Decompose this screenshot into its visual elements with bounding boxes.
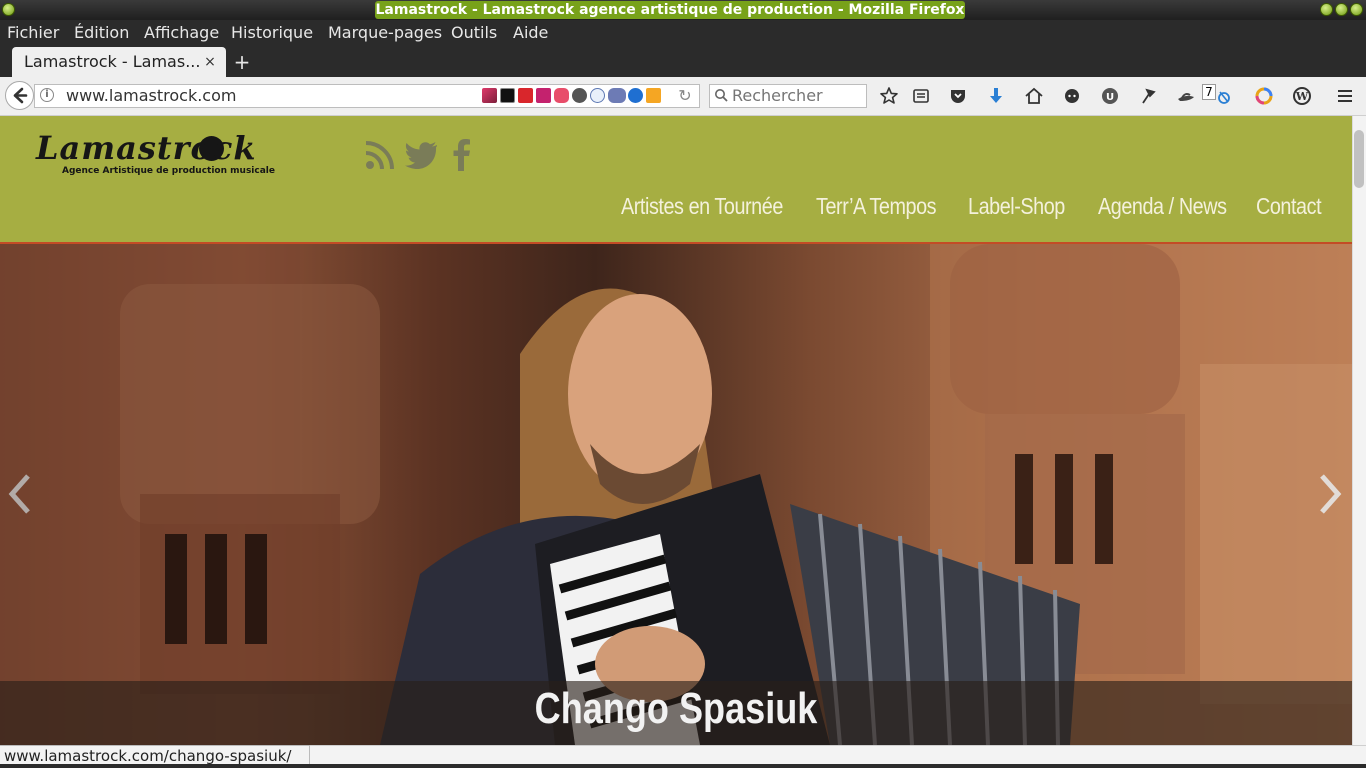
wordpress-icon[interactable]: W <box>1292 86 1312 106</box>
hero-slider[interactable] <box>0 244 1352 745</box>
search-icon <box>715 89 728 102</box>
back-button[interactable] <box>5 81 34 110</box>
hamburger-menu-icon[interactable] <box>1335 86 1355 106</box>
pocket-icon[interactable] <box>948 86 968 106</box>
status-link-url: www.lamastrock.com/chango-spasiuk/ <box>0 745 310 766</box>
home-icon[interactable] <box>1024 86 1044 106</box>
svg-text:U: U <box>1106 92 1114 103</box>
new-tab-button[interactable]: + <box>233 50 251 74</box>
site-logo[interactable]: Lamastrock <box>36 128 256 168</box>
pin-icon[interactable] <box>1138 86 1158 106</box>
window-bottom-edge <box>0 764 1366 768</box>
close-window-button[interactable] <box>1350 3 1363 16</box>
menu-marque-pages[interactable]: Marque-pages <box>328 20 442 46</box>
hero-caption[interactable]: Chango Spasiuk <box>122 681 1231 737</box>
extension-favicon-icon[interactable] <box>646 88 661 103</box>
tab-close-icon[interactable]: × <box>203 51 217 73</box>
twitter-icon[interactable] <box>404 137 440 173</box>
page-scrollbar[interactable] <box>1352 116 1366 745</box>
app-icon <box>2 3 15 16</box>
hat-icon[interactable] <box>1176 86 1196 106</box>
extension-favicon-icon[interactable] <box>590 88 605 103</box>
maximize-button[interactable] <box>1335 3 1348 16</box>
nav-agenda-news[interactable]: Agenda / News <box>1098 190 1227 222</box>
extension-favicon-icon[interactable] <box>500 88 515 103</box>
nav-terr-a-tempos[interactable]: Terr’A Tempos <box>816 190 937 222</box>
reading-list-icon[interactable] <box>911 86 931 106</box>
extension-icon[interactable] <box>1214 86 1234 106</box>
extension-favicon-icon[interactable] <box>482 88 497 103</box>
extension-favicon-icon[interactable] <box>554 88 569 103</box>
window-title: Lamastrock - Lamastrock agence artistiqu… <box>375 2 965 18</box>
rss-icon[interactable] <box>362 137 398 173</box>
menu-aide[interactable]: Aide <box>513 20 548 46</box>
nav-artistes-en-tournee[interactable]: Artistes en Tournée <box>621 190 783 222</box>
menu-outils[interactable]: Outils <box>451 20 497 46</box>
ublock-icon[interactable]: U <box>1100 86 1120 106</box>
slider-prev-icon[interactable] <box>8 472 32 516</box>
minimize-button[interactable] <box>1320 3 1333 16</box>
power-favicon-icon[interactable] <box>628 88 643 103</box>
menu-fichier[interactable]: Fichier <box>7 20 59 46</box>
url-text[interactable]: www.lamastrock.com <box>66 84 236 108</box>
hero-photo <box>0 244 1352 745</box>
reload-icon[interactable]: ↻ <box>676 86 694 106</box>
php-favicon-icon[interactable] <box>608 88 626 103</box>
back-arrow-icon <box>13 87 28 104</box>
search-input[interactable] <box>732 84 862 108</box>
nav-label-shop[interactable]: Label-Shop <box>968 190 1065 222</box>
tab-title: Lamastrock - Lamas... <box>24 52 201 71</box>
site-logo-subtitle: Agence Artistique de production musicale <box>62 166 275 176</box>
nav-contact[interactable]: Contact <box>1256 190 1322 222</box>
menu-historique[interactable]: Historique <box>231 20 313 46</box>
color-icon[interactable] <box>1254 86 1274 106</box>
chat-icon[interactable] <box>1062 86 1082 106</box>
scrollbar-thumb[interactable] <box>1354 130 1364 188</box>
bookmark-star-icon[interactable] <box>879 86 899 106</box>
extension-favicon-icon[interactable] <box>518 88 533 103</box>
menu-edition[interactable]: Édition <box>74 20 129 46</box>
wordpress-favicon-icon[interactable] <box>572 88 587 103</box>
extension-favicon-icon[interactable] <box>536 88 551 103</box>
slider-next-icon[interactable] <box>1318 472 1342 516</box>
menu-affichage[interactable]: Affichage <box>144 20 219 46</box>
downloads-icon[interactable] <box>986 86 1006 106</box>
facebook-icon[interactable] <box>444 137 480 173</box>
svg-text:W: W <box>1295 90 1309 103</box>
site-info-icon[interactable]: i <box>40 88 54 102</box>
